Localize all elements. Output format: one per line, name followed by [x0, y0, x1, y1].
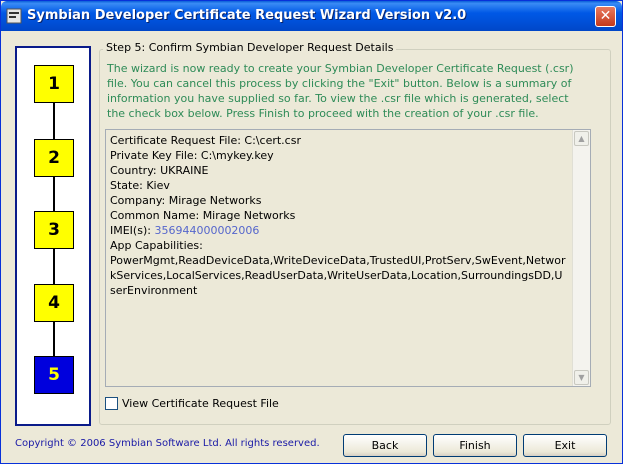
imei-line: IMEI(s): 356944000002006	[110, 223, 568, 238]
imei-label: IMEI(s):	[110, 224, 151, 237]
cert-file-line: Certificate Request File: C:\cert.csr	[110, 134, 301, 147]
key-file-line: Private Key File: C:\mykey.key	[110, 149, 274, 162]
scroll-down-icon[interactable]: ▼	[574, 370, 589, 385]
step-2-box: 2	[34, 139, 74, 177]
step-1-box: 1	[34, 65, 74, 103]
window-title: Symbian Developer Certificate Request Wi…	[27, 8, 467, 23]
title-bar[interactable]: Symbian Developer Certificate Request Wi…	[1, 1, 622, 31]
common-name-line: Common Name: Mirage Networks	[110, 209, 296, 222]
country-line: Country: UKRAINE	[110, 164, 209, 177]
caps-label-line: App Capabilities:	[110, 239, 203, 252]
back-button[interactable]: Back	[343, 434, 427, 457]
wizard-window: Symbian Developer Certificate Request Wi…	[0, 0, 623, 464]
summary-scrollbar[interactable]: ▲ ▼	[572, 130, 590, 386]
state-line: State: Kiev	[110, 179, 170, 192]
step-3-box: 3	[34, 211, 74, 249]
caps-value-line: PowerMgmt,ReadDeviceData,WriteDeviceData…	[110, 254, 566, 297]
close-icon: ✕	[599, 8, 612, 24]
app-icon	[6, 8, 22, 24]
step-indicator-panel: 1 2 3 4 5	[15, 46, 91, 426]
scroll-up-icon[interactable]: ▲	[574, 131, 589, 146]
intro-text: The wizard is now ready to create your S…	[107, 62, 574, 120]
close-button[interactable]: ✕	[595, 6, 616, 27]
finish-button[interactable]: Finish	[433, 434, 517, 457]
imei-value: 356944000002006	[154, 224, 260, 237]
summary-content: Certificate Request File: C:\cert.csr Pr…	[110, 133, 568, 298]
company-line: Company: Mirage Networks	[110, 194, 262, 207]
step-4-box: 4	[34, 284, 74, 322]
view-file-checkbox-label[interactable]: View Certificate Request File	[122, 397, 279, 410]
copyright-text: Copyright © 2006 Symbian Software Ltd. A…	[15, 438, 320, 449]
exit-button[interactable]: Exit	[523, 434, 607, 457]
step-5-box-active: 5	[34, 356, 74, 394]
group-legend: Step 5: Confirm Symbian Developer Reques…	[103, 41, 397, 54]
view-file-checkbox[interactable]	[105, 397, 118, 410]
summary-textbox[interactable]: Certificate Request File: C:\cert.csr Pr…	[105, 129, 591, 387]
